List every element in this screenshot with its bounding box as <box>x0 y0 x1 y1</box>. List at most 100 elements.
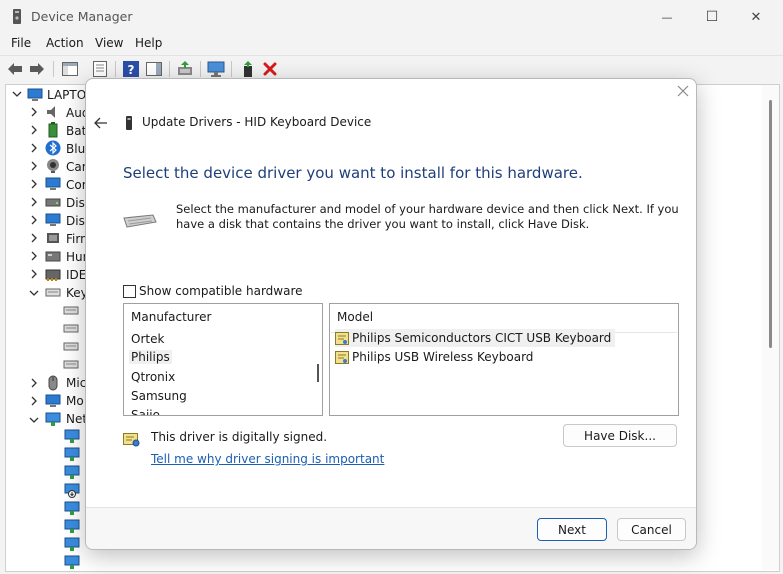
maximize-button[interactable]: ☐ <box>697 6 727 28</box>
show-compatible-checkbox[interactable] <box>123 284 136 298</box>
dialog-close-icon[interactable] <box>676 84 690 98</box>
arrow-right-icon <box>30 63 44 75</box>
chevron-right-icon[interactable] <box>29 143 39 153</box>
manufacturer-item[interactable]: Saijo <box>131 408 160 415</box>
toolbar-separator <box>115 61 116 77</box>
manufacturer-item-selected[interactable]: Philips <box>129 350 172 364</box>
disk-icon <box>45 198 61 207</box>
action-pane-icon <box>146 62 162 76</box>
driver-signing-link[interactable]: Tell me why driver signing is important <box>151 452 384 466</box>
show-compatible-label[interactable]: Show compatible hardware <box>139 284 303 298</box>
signed-driver-text: This driver is digitally signed. <box>151 430 328 444</box>
model-item-label: Philips USB Wireless Keyboard <box>352 350 534 364</box>
back-toolbar-button[interactable] <box>6 60 24 78</box>
arrow-left-icon <box>8 63 22 75</box>
back-arrow-icon[interactable] <box>94 116 108 130</box>
dialog-title: Update Drivers - HID Keyboard Device <box>142 115 372 129</box>
keyboard-device-icon[interactable] <box>63 338 79 354</box>
menu-view[interactable]: View <box>95 36 123 50</box>
next-button[interactable]: Next <box>537 518 607 541</box>
forward-toolbar-button[interactable] <box>28 60 46 78</box>
update-drivers-dialog: Update Drivers - HID Keyboard Device Sel… <box>85 78 697 550</box>
manufacturer-item[interactable]: Samsung <box>131 389 187 403</box>
chevron-right-icon[interactable] <box>29 161 39 171</box>
delete-x-icon <box>263 62 277 76</box>
help-button[interactable]: ? <box>122 60 140 78</box>
update-driver-button[interactable] <box>176 60 194 78</box>
camera-icon <box>47 159 59 173</box>
svg-text:?: ? <box>128 63 135 77</box>
show-hide-tree-button[interactable] <box>61 60 79 78</box>
chevron-right-icon[interactable] <box>29 107 39 117</box>
model-item-selected[interactable]: Philips Semiconductors CICT USB Keyboard <box>335 329 616 347</box>
network-adapter-disabled-icon[interactable] <box>64 482 80 498</box>
network-adapter-icon[interactable] <box>64 536 80 552</box>
driver-certificate-icon <box>335 331 349 345</box>
scan-hardware-button[interactable] <box>207 60 225 78</box>
chevron-right-icon[interactable] <box>29 378 39 388</box>
network-adapter-icon[interactable] <box>64 518 80 534</box>
add-legacy-button[interactable] <box>239 60 257 78</box>
display-icon <box>45 213 61 226</box>
update-driver-icon <box>178 61 192 75</box>
menu-bar: File Action View Help <box>0 33 783 55</box>
model-item[interactable]: Philips USB Wireless Keyboard <box>335 348 533 366</box>
monitor-icon <box>45 177 61 190</box>
chevron-right-icon[interactable] <box>29 269 39 279</box>
menu-action[interactable]: Action <box>46 36 84 50</box>
chevron-down-icon[interactable] <box>29 288 39 298</box>
uninstall-device-button[interactable] <box>261 60 279 78</box>
driver-certificate-icon <box>335 350 349 364</box>
network-adapter-icon[interactable] <box>64 446 80 462</box>
chevron-right-icon[interactable] <box>29 179 39 189</box>
toolbar-separator <box>200 61 201 77</box>
chevron-right-icon[interactable] <box>29 251 39 261</box>
manufacturer-list[interactable]: Manufacturer Ortek Philips Qtronix Samsu… <box>123 303 323 416</box>
chevron-right-icon[interactable] <box>29 197 39 207</box>
scrollbar-thumb[interactable] <box>769 100 772 348</box>
menu-file[interactable]: File <box>11 36 31 50</box>
toolbar-separator <box>53 61 54 77</box>
network-adapter-icon[interactable] <box>64 428 80 444</box>
action-pane-button[interactable] <box>145 60 163 78</box>
chevron-right-icon[interactable] <box>29 396 39 406</box>
cancel-button[interactable]: Cancel <box>617 518 686 541</box>
chevron-down-icon[interactable] <box>29 415 39 425</box>
chevron-right-icon[interactable] <box>29 125 39 135</box>
model-list[interactable]: Model Philips Semiconductors CICT USB Ke… <box>329 303 679 416</box>
network-adapter-icon[interactable] <box>64 500 80 516</box>
monitor-icon <box>45 394 61 407</box>
keyboard-icon <box>123 214 157 228</box>
window-title: Device Manager <box>31 9 133 24</box>
close-window-button[interactable]: ✕ <box>741 6 771 28</box>
chevron-down-icon[interactable] <box>12 89 22 99</box>
firmware-icon <box>47 233 59 243</box>
minimize-icon: — <box>661 10 673 24</box>
manufacturer-item[interactable]: Ortek <box>131 332 164 346</box>
network-adapter-icon[interactable] <box>64 464 80 480</box>
tree-item-label[interactable]: Mic <box>66 376 86 390</box>
menu-help[interactable]: Help <box>135 36 162 50</box>
computer-icon <box>27 88 43 101</box>
manufacturer-item[interactable]: Qtronix <box>131 370 175 384</box>
chevron-right-icon[interactable] <box>29 215 39 225</box>
show-compatible-checkbox-row[interactable]: Show compatible hardware <box>123 283 303 299</box>
tree-item-label[interactable]: IDE <box>66 268 86 282</box>
keyboard-device-icon[interactable] <box>63 356 79 372</box>
manufacturer-scroll-thumb[interactable] <box>317 364 319 382</box>
chevron-right-icon[interactable] <box>29 233 39 243</box>
minimize-button[interactable]: — <box>652 6 682 28</box>
bluetooth-icon <box>45 140 61 156</box>
keyboard-device-icon[interactable] <box>63 320 79 336</box>
maximize-icon: ☐ <box>705 9 719 25</box>
keyboard-device-icon[interactable] <box>63 302 79 318</box>
battery-icon <box>48 122 58 138</box>
tree-item-label[interactable]: Mo <box>66 394 84 408</box>
have-disk-button[interactable]: Have Disk... <box>563 424 677 447</box>
tree-item-label[interactable]: Net <box>66 412 87 426</box>
properties-icon <box>93 61 107 77</box>
keyboard-icon <box>45 288 61 297</box>
properties-button[interactable] <box>91 60 109 78</box>
mouse-icon <box>48 375 58 391</box>
network-adapter-icon[interactable] <box>64 554 80 570</box>
